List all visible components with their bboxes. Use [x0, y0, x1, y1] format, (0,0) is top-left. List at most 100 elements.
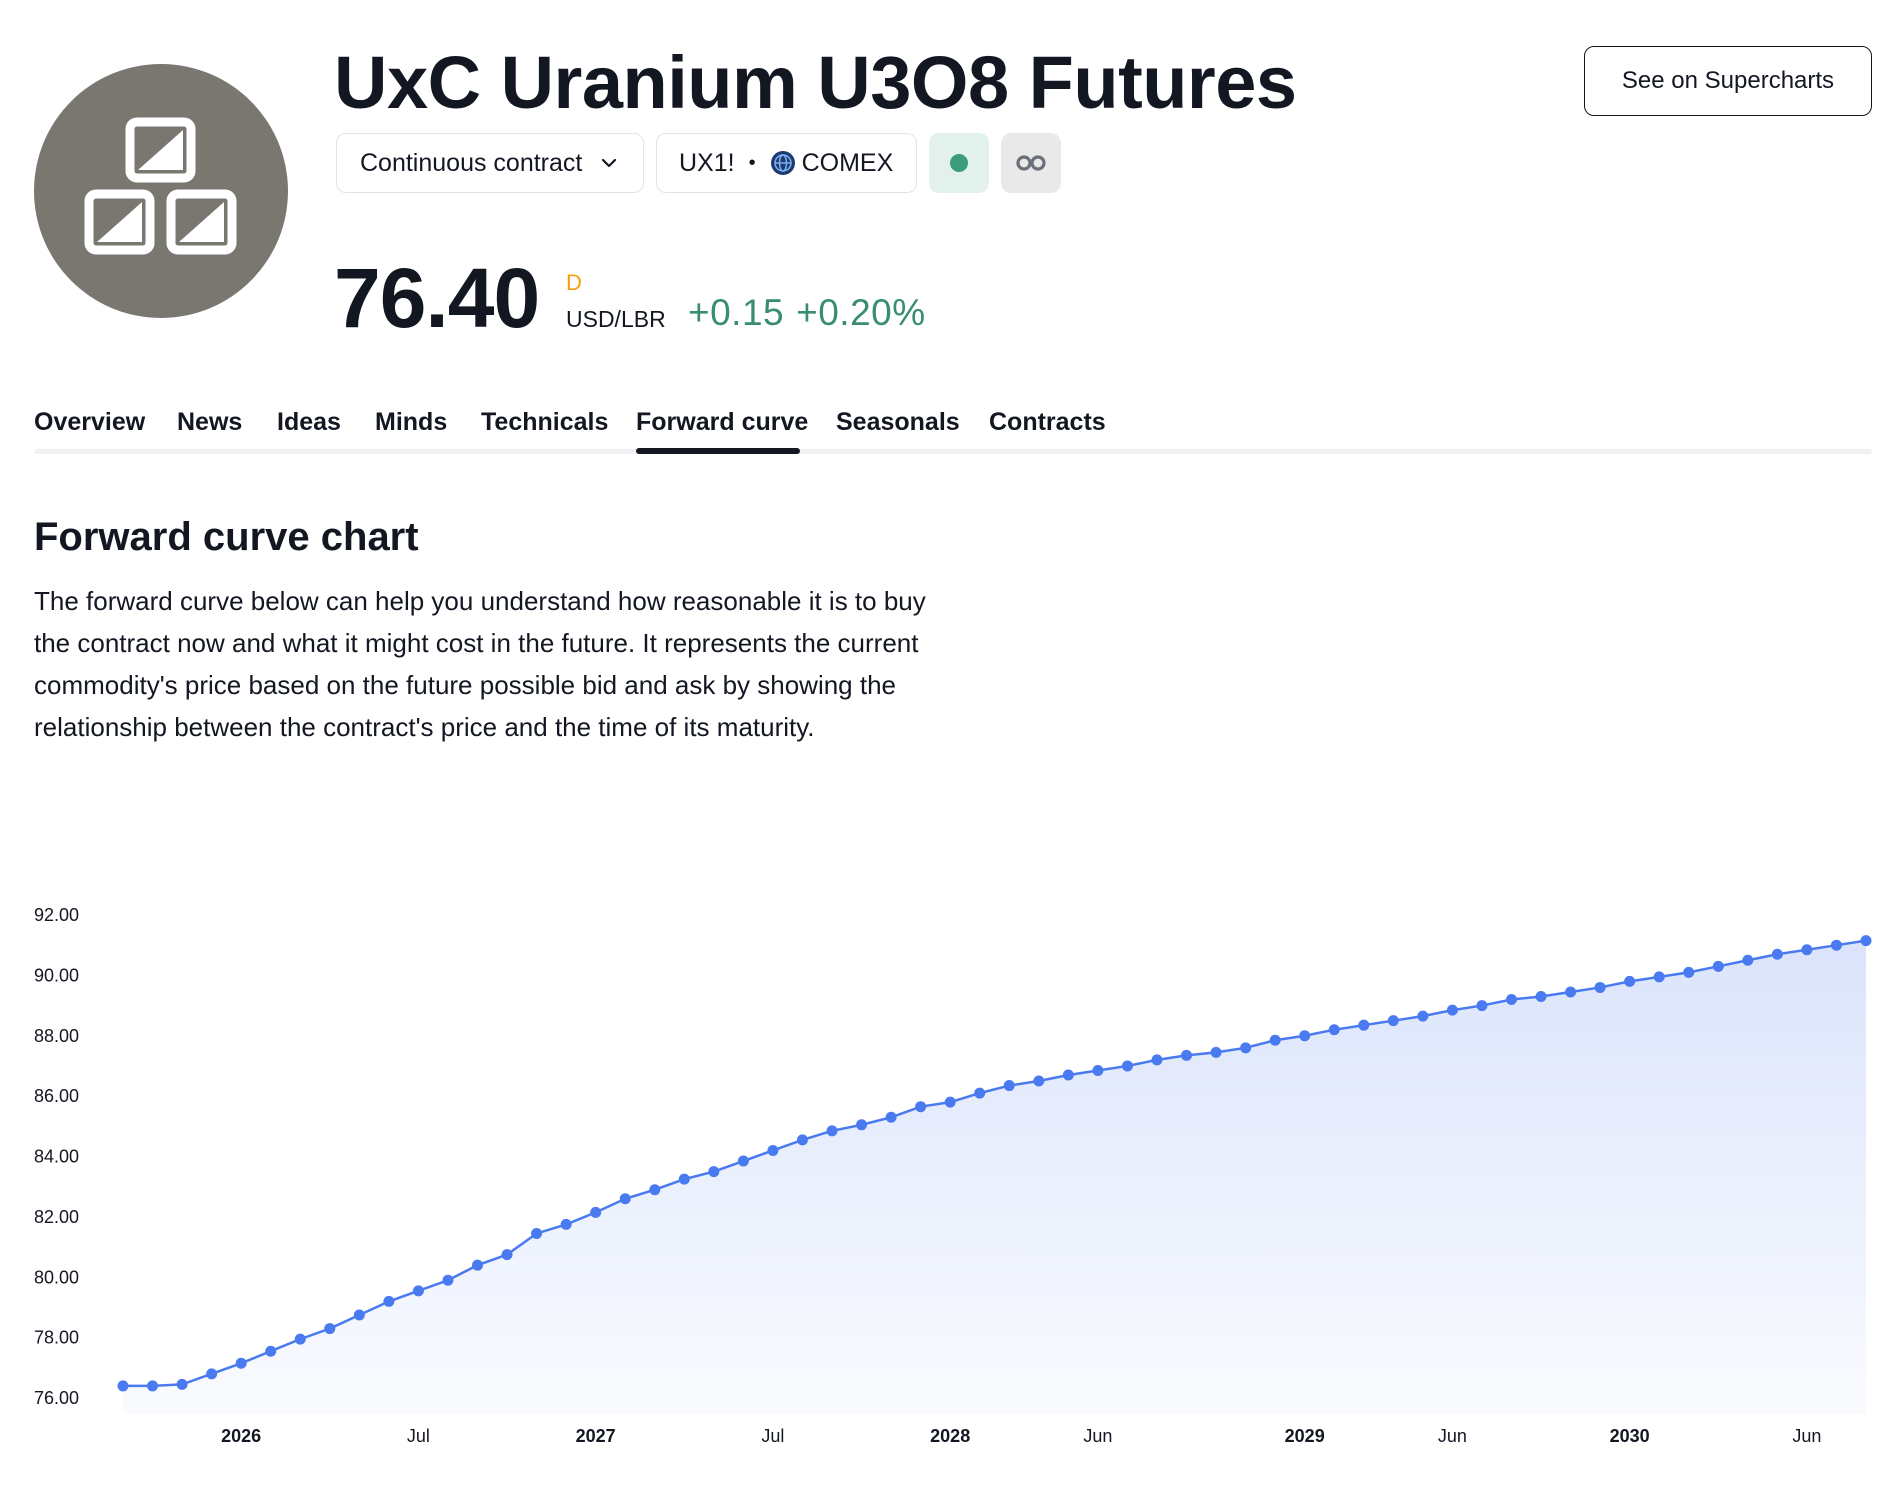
x-tick-label: 2028: [930, 1426, 970, 1446]
data-point[interactable]: [796, 1134, 808, 1146]
y-tick-label: 78.00: [34, 1328, 79, 1348]
symbol-exchange-pill[interactable]: UX1! • COMEX: [656, 133, 917, 193]
data-point[interactable]: [1299, 1030, 1311, 1042]
data-point[interactable]: [176, 1378, 188, 1390]
x-tick-label: 2027: [576, 1426, 616, 1446]
market-status-badge[interactable]: [929, 133, 989, 193]
data-point[interactable]: [1476, 1000, 1488, 1012]
data-point[interactable]: [1712, 960, 1724, 972]
data-point[interactable]: [235, 1357, 247, 1369]
data-point[interactable]: [1801, 944, 1813, 956]
commodity-blocks-icon: [84, 117, 237, 255]
change-absolute: +0.15: [688, 292, 785, 333]
y-tick-label: 84.00: [34, 1147, 79, 1167]
y-tick-label: 80.00: [34, 1267, 79, 1287]
contract-selector[interactable]: Continuous contract: [336, 133, 644, 193]
price-change: +0.15 +0.20%: [688, 292, 938, 334]
data-point[interactable]: [1417, 1010, 1429, 1022]
data-point[interactable]: [1771, 948, 1783, 960]
y-tick-label: 86.00: [34, 1086, 79, 1106]
x-tick-label: Jun: [1438, 1426, 1467, 1446]
data-point[interactable]: [1328, 1024, 1340, 1036]
change-percent: +0.20%: [796, 292, 926, 333]
y-tick-label: 90.00: [34, 965, 79, 985]
data-point[interactable]: [1742, 954, 1754, 966]
data-point[interactable]: [206, 1368, 218, 1380]
data-point[interactable]: [737, 1155, 749, 1167]
data-point[interactable]: [501, 1249, 513, 1261]
y-tick-label: 88.00: [34, 1026, 79, 1046]
tab-forward-curve[interactable]: Forward curve: [636, 408, 808, 437]
data-point[interactable]: [1062, 1069, 1074, 1081]
data-point[interactable]: [678, 1173, 690, 1185]
data-point[interactable]: [1240, 1042, 1252, 1054]
data-point[interactable]: [708, 1166, 720, 1178]
data-point[interactable]: [1683, 966, 1695, 978]
data-point[interactable]: [1181, 1049, 1193, 1061]
symbol-logo: [34, 64, 288, 318]
data-point[interactable]: [1446, 1004, 1458, 1016]
data-point[interactable]: [1624, 975, 1636, 987]
data-point[interactable]: [619, 1193, 631, 1205]
market-open-dot-icon: [950, 154, 968, 172]
data-point[interactable]: [412, 1285, 424, 1297]
y-tick-label: 76.00: [34, 1388, 79, 1408]
data-point[interactable]: [856, 1119, 868, 1131]
data-point[interactable]: [1003, 1080, 1015, 1092]
data-point[interactable]: [1653, 971, 1665, 983]
data-point[interactable]: [294, 1333, 306, 1345]
data-point[interactable]: [590, 1206, 602, 1218]
data-point[interactable]: [1092, 1064, 1104, 1076]
data-point[interactable]: [353, 1309, 365, 1321]
section-title: Forward curve chart: [34, 515, 419, 559]
tab-overview[interactable]: Overview: [34, 408, 145, 437]
data-point[interactable]: [117, 1380, 129, 1392]
data-point[interactable]: [915, 1101, 927, 1113]
data-point[interactable]: [1565, 986, 1577, 998]
data-point[interactable]: [974, 1087, 986, 1099]
tab-contracts[interactable]: Contracts: [989, 408, 1106, 437]
tab-bar-divider: [34, 449, 1872, 454]
data-point[interactable]: [649, 1184, 661, 1196]
data-point[interactable]: [1830, 939, 1842, 951]
data-point[interactable]: [1210, 1046, 1222, 1058]
data-point[interactable]: [1860, 935, 1872, 947]
x-tick-label: Jul: [761, 1426, 784, 1446]
data-point[interactable]: [383, 1295, 395, 1307]
data-point[interactable]: [560, 1218, 572, 1230]
data-point[interactable]: [1505, 994, 1517, 1006]
data-point[interactable]: [1387, 1015, 1399, 1027]
contract-selector-label: Continuous contract: [360, 148, 583, 177]
data-point[interactable]: [324, 1323, 336, 1335]
data-point[interactable]: [826, 1125, 838, 1137]
data-point[interactable]: [442, 1274, 454, 1286]
forward-curve-chart[interactable]: 92.00 90.00 88.00 86.00 84.00 82.00 80.00 78.00…: [0, 830, 1878, 1470]
tab-ideas[interactable]: Ideas: [277, 408, 341, 437]
last-price: 76.40: [334, 251, 540, 345]
data-point[interactable]: [1121, 1060, 1133, 1072]
data-point[interactable]: [1358, 1019, 1370, 1031]
data-point[interactable]: [1151, 1054, 1163, 1066]
data-point[interactable]: [944, 1096, 956, 1108]
tab-seasonals[interactable]: Seasonals: [836, 408, 960, 437]
tab-technicals[interactable]: Technicals: [481, 408, 608, 437]
data-point[interactable]: [1269, 1034, 1281, 1046]
x-tick-label: Jun: [1083, 1426, 1112, 1446]
data-point[interactable]: [1594, 981, 1606, 993]
data-point[interactable]: [1535, 991, 1547, 1003]
exchange-name: COMEX: [801, 148, 894, 177]
x-tick-label: 2026: [221, 1426, 261, 1446]
tab-bar: Overview News Ideas Minds Technicals For…: [34, 398, 1872, 454]
tab-news[interactable]: News: [177, 408, 242, 437]
data-point[interactable]: [147, 1380, 159, 1392]
data-point[interactable]: [531, 1227, 543, 1239]
data-point[interactable]: [767, 1144, 779, 1156]
tab-minds[interactable]: Minds: [375, 408, 447, 437]
active-tab-indicator: [636, 448, 800, 454]
see-on-supercharts-button[interactable]: See on Supercharts: [1584, 46, 1872, 116]
data-point[interactable]: [885, 1111, 897, 1123]
continuous-badge[interactable]: [1001, 133, 1061, 193]
data-point[interactable]: [265, 1345, 277, 1357]
data-point[interactable]: [472, 1259, 484, 1271]
data-point[interactable]: [1033, 1075, 1045, 1087]
